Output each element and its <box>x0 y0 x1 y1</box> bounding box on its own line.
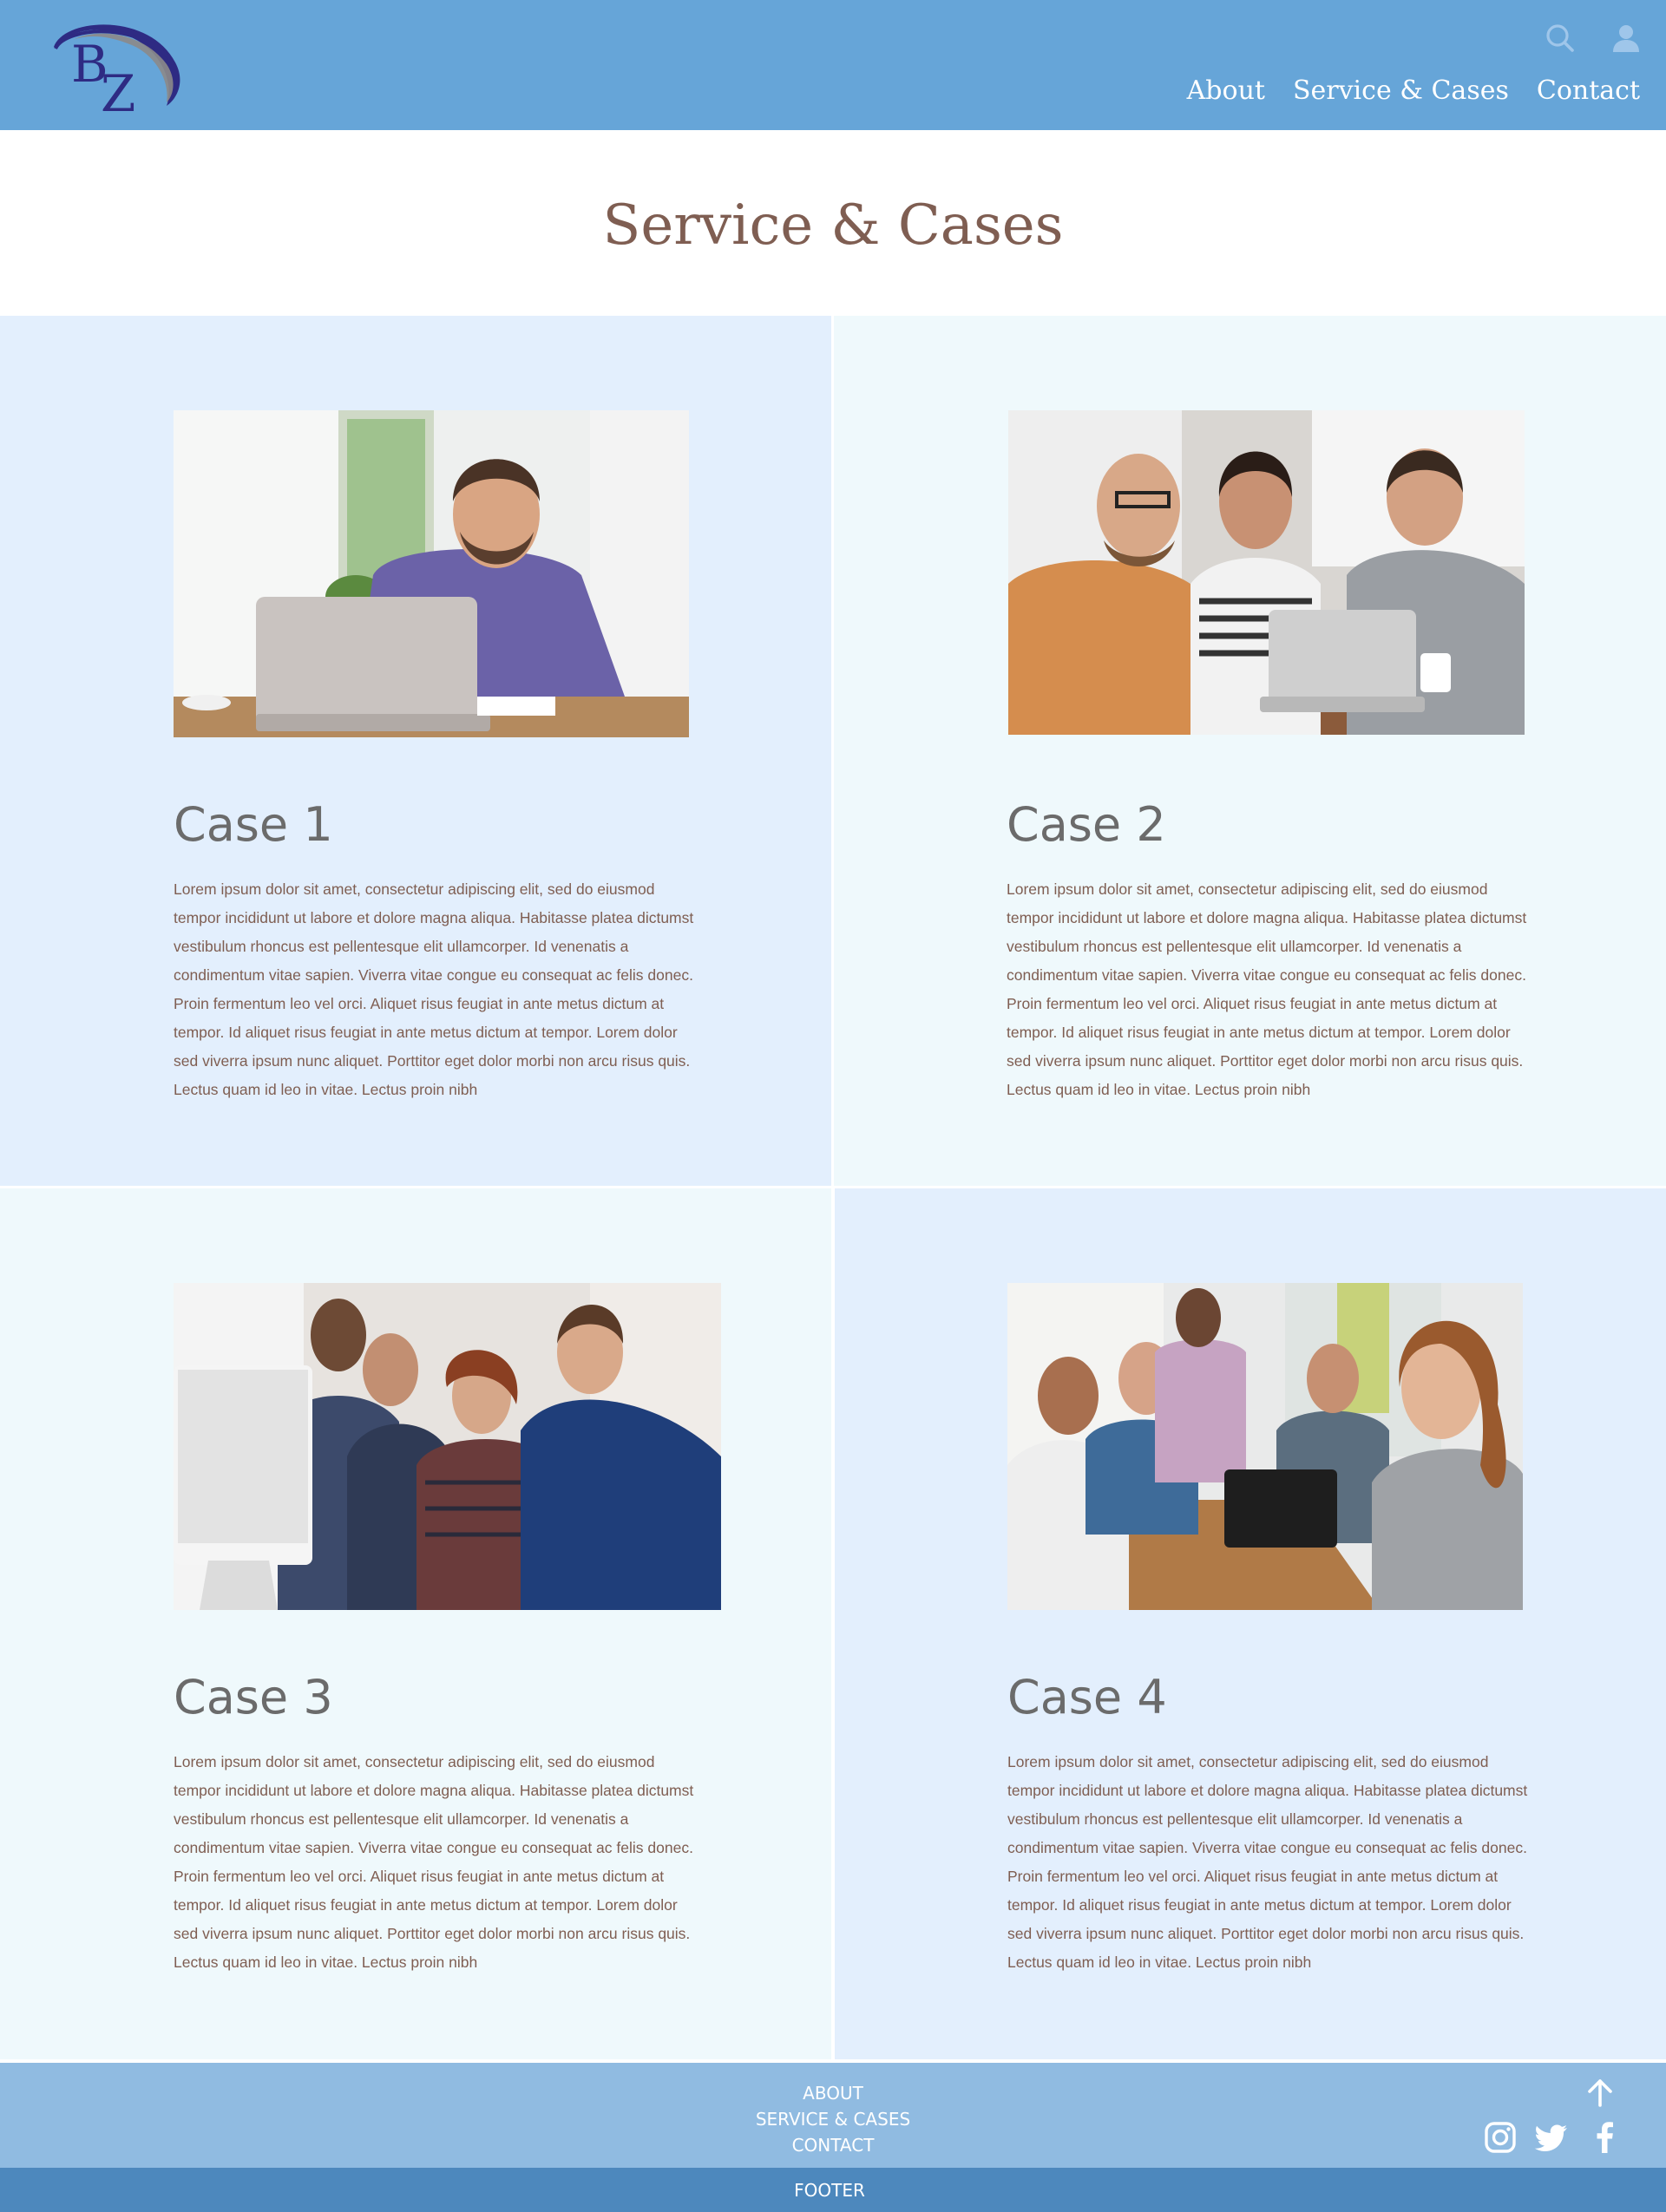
user-icon[interactable] <box>1610 23 1642 54</box>
case-4-body: Lorem ipsum dolor sit amet, consectetur … <box>1007 1753 1528 1971</box>
case-1-body: Lorem ipsum dolor sit amet, consectetur … <box>174 880 694 1098</box>
nav-service-cases[interactable]: Service & Cases <box>1293 78 1509 104</box>
case-3-heading: Case 3 <box>174 1670 333 1724</box>
nav-about[interactable]: About <box>1187 78 1265 104</box>
main-nav: About Service & Cases Contact <box>1187 78 1640 104</box>
title-section: Service & Cases <box>0 130 1666 316</box>
footer-label: FOOTER <box>794 2180 865 2201</box>
footer-nav: ABOUT SERVICE & CASES CONTACT <box>0 2080 1666 2158</box>
site-header: B Z About Service & Cases Contact <box>0 0 1666 130</box>
footer-link-about[interactable]: ABOUT <box>803 2080 863 2106</box>
case-2-heading: Case 2 <box>1007 797 1166 852</box>
logo-letter-z: Z <box>101 64 135 116</box>
page-title: Service & Cases <box>602 193 1064 258</box>
case-card-1: Case 1 Lorem ipsum dolor sit amet, conse… <box>0 316 831 1186</box>
case-3-body: Lorem ipsum dolor sit amet, consectetur … <box>174 1753 694 1971</box>
footer-link-contact[interactable]: CONTACT <box>792 2132 875 2158</box>
instagram-icon[interactable] <box>1483 2120 1518 2155</box>
case-2-body: Lorem ipsum dolor sit amet, consectetur … <box>1007 880 1527 1098</box>
logo[interactable]: B Z <box>47 12 186 116</box>
case-card-2: Case 2 Lorem ipsum dolor sit amet, conse… <box>834 316 1666 1186</box>
footer-links: ABOUT SERVICE & CASES CONTACT <box>0 2063 1666 2168</box>
case-4-heading: Case 4 <box>1007 1670 1167 1724</box>
footer-bar: FOOTER <box>0 2168 1666 2212</box>
case-1-photo <box>174 410 689 737</box>
facebook-icon[interactable] <box>1588 2120 1623 2155</box>
footer-link-service-cases[interactable]: SERVICE & CASES <box>756 2106 910 2132</box>
case-card-3: Case 3 Lorem ipsum dolor sit amet, conse… <box>0 1188 831 2059</box>
case-4-photo <box>1007 1283 1523 1610</box>
case-1-heading: Case 1 <box>174 797 333 852</box>
case-3-photo <box>174 1283 721 1610</box>
back-to-top-icon[interactable] <box>1584 2077 1616 2108</box>
twitter-icon[interactable] <box>1534 2120 1569 2155</box>
search-icon[interactable] <box>1545 23 1576 54</box>
nav-contact[interactable]: Contact <box>1537 78 1640 104</box>
case-2-photo <box>1008 410 1525 735</box>
case-card-4: Case 4 Lorem ipsum dolor sit amet, conse… <box>835 1188 1666 2059</box>
